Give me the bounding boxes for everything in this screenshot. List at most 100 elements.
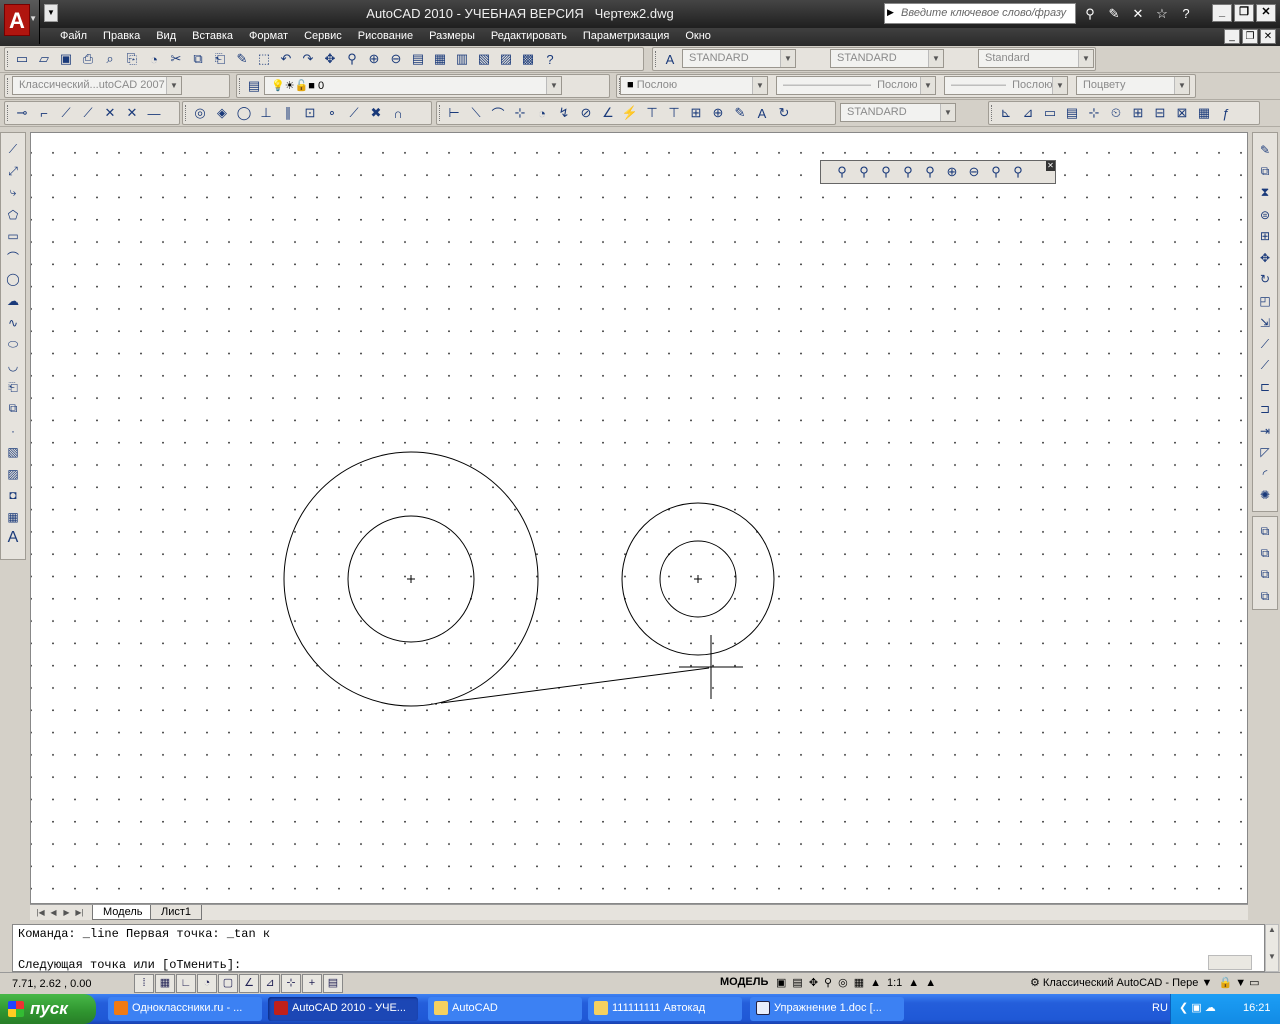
area-icon[interactable]: ⊿ bbox=[1017, 102, 1039, 124]
snap-center-icon[interactable]: ◎ bbox=[189, 102, 211, 124]
properties-icon[interactable]: ▤ bbox=[407, 48, 429, 70]
grid-display-icon[interactable]: ▦ bbox=[155, 974, 175, 993]
zoom-window-icon[interactable]: ⊕ bbox=[363, 48, 385, 70]
hatch-icon[interactable]: ▧ bbox=[3, 441, 23, 463]
linetype-select[interactable]: ———————— Послою ▼ bbox=[776, 76, 936, 95]
dim-jogged-icon[interactable]: ↯ bbox=[553, 102, 575, 124]
cut-icon[interactable]: ✂ bbox=[165, 48, 187, 70]
close-icon[interactable]: ✕ bbox=[1046, 161, 1055, 171]
setvar-icon[interactable]: ⊟ bbox=[1149, 102, 1171, 124]
snap-mode-icon[interactable]: ⁞ bbox=[134, 974, 154, 993]
publish-icon[interactable]: ⎘ bbox=[121, 48, 143, 70]
zoom-window-icon[interactable]: ⚲ bbox=[831, 161, 853, 183]
dim-diameter-icon[interactable]: ⊘ bbox=[575, 102, 597, 124]
drawing-canvas[interactable] bbox=[30, 132, 1248, 904]
annotation-visibility-icon[interactable]: ▲ bbox=[906, 974, 921, 993]
task-autocad-folder[interactable]: AutoCAD bbox=[428, 997, 582, 1021]
pan-status-icon[interactable]: ✥ bbox=[807, 974, 820, 993]
trim-icon[interactable]: ⟋ bbox=[1255, 333, 1275, 355]
polar-tracking-icon[interactable]: ◔ bbox=[197, 974, 217, 993]
favorites-icon[interactable]: ☆ bbox=[1152, 4, 1172, 23]
menu-dimension[interactable]: Размеры bbox=[421, 30, 483, 42]
send-to-back-icon[interactable]: ⧉ bbox=[1255, 543, 1275, 565]
help-icon[interactable]: ? bbox=[1176, 4, 1196, 23]
point-icon[interactable]: · bbox=[3, 420, 23, 442]
expand-icon[interactable]: ▶ bbox=[887, 7, 894, 18]
chamfer-icon[interactable]: ◸ bbox=[1255, 441, 1275, 463]
function-icon[interactable]: ƒ bbox=[1215, 102, 1237, 124]
tray-icons[interactable]: ❮ ▣ ☁ bbox=[1179, 1001, 1216, 1014]
text-style-select[interactable]: STANDARD ▼ bbox=[682, 49, 796, 68]
quickcalc-icon[interactable]: ▦ bbox=[1193, 102, 1215, 124]
explode-icon[interactable]: ✺ bbox=[1255, 485, 1275, 507]
block-editor-icon[interactable]: ⬚ bbox=[253, 48, 275, 70]
construction-line-icon[interactable]: ⤢ bbox=[3, 161, 23, 183]
stretch-icon[interactable]: ⇲ bbox=[1255, 312, 1275, 334]
clock[interactable]: 16:21 bbox=[1243, 1002, 1271, 1014]
quick-properties-icon[interactable]: ▤ bbox=[323, 974, 343, 993]
3d-dwf-icon[interactable]: ◔ bbox=[143, 48, 165, 70]
steeringwheel-icon[interactable]: ◎ bbox=[836, 974, 850, 993]
dim-linear-icon[interactable]: ⊢ bbox=[443, 102, 465, 124]
help-icon[interactable]: ? bbox=[539, 48, 561, 70]
menu-modify[interactable]: Редактировать bbox=[483, 30, 575, 42]
calculator-icon[interactable]: ▩ bbox=[517, 48, 539, 70]
command-scrollbar[interactable] bbox=[1208, 955, 1252, 970]
quick-dim-icon[interactable]: ⚡ bbox=[619, 102, 641, 124]
ellipse-arc-icon[interactable]: ◡ bbox=[3, 355, 23, 377]
dynamic-ucs-icon[interactable]: ⊿ bbox=[260, 974, 280, 993]
snap-from-icon[interactable]: ⌐ bbox=[33, 102, 55, 124]
close-button[interactable]: ✕ bbox=[1256, 4, 1276, 22]
spline-icon[interactable]: ∿ bbox=[3, 312, 23, 334]
zoom-center-icon[interactable]: ⚲ bbox=[897, 161, 919, 183]
snap-nearest-icon[interactable]: ⟋ bbox=[343, 102, 365, 124]
locate-point-icon[interactable]: ⊹ bbox=[1083, 102, 1105, 124]
zoom-dynamic-icon[interactable]: ⚲ bbox=[853, 161, 875, 183]
table-style-select[interactable]: Standard ▼ bbox=[978, 49, 1094, 68]
bring-above-icon[interactable]: ⧉ bbox=[1255, 564, 1275, 586]
design-center-icon[interactable]: ▦ bbox=[429, 48, 451, 70]
object-snap-icon[interactable]: ▢ bbox=[218, 974, 238, 993]
zoom-previous-icon[interactable]: ⊖ bbox=[385, 48, 407, 70]
region-icon[interactable]: ◘ bbox=[3, 485, 23, 507]
region-icon[interactable]: ▭ bbox=[1039, 102, 1061, 124]
color-select[interactable]: ■ Послою ▼ bbox=[620, 76, 768, 95]
dynamic-input-icon[interactable]: ⊹ bbox=[281, 974, 301, 993]
doc-restore-button[interactable]: ❐ bbox=[1242, 29, 1258, 44]
zoom-all-icon[interactable]: ⚲ bbox=[985, 161, 1007, 183]
zoom-in-icon[interactable]: ⊕ bbox=[941, 161, 963, 183]
erase-icon[interactable]: ✎ bbox=[1255, 139, 1275, 161]
rotate-icon[interactable]: ↻ bbox=[1255, 269, 1275, 291]
first-tab-icon[interactable]: |◀ bbox=[34, 906, 47, 919]
plotstyle-select[interactable]: Поцвету ▼ bbox=[1076, 76, 1190, 95]
dim-aligned-icon[interactable]: ⟍ bbox=[465, 102, 487, 124]
plot-icon[interactable]: ⎙ bbox=[77, 48, 99, 70]
last-tab-icon[interactable]: ▶| bbox=[73, 906, 86, 919]
task-odnoklassniki[interactable]: Одноклассники.ru - ... bbox=[108, 997, 262, 1021]
dim-text-edit-icon[interactable]: A bbox=[751, 102, 773, 124]
dim-arc-icon[interactable]: ⌒ bbox=[487, 102, 509, 124]
snap-intersection-icon[interactable]: ✕ bbox=[99, 102, 121, 124]
dim-update-icon[interactable]: ↻ bbox=[773, 102, 795, 124]
communication-icon[interactable]: ✎ bbox=[1104, 4, 1124, 23]
markup-icon[interactable]: ▨ bbox=[495, 48, 517, 70]
array-icon[interactable]: ⊞ bbox=[1255, 225, 1275, 247]
tab-layout1[interactable]: Лист1 bbox=[150, 905, 203, 920]
snap-quadrant-icon[interactable]: ◈ bbox=[211, 102, 233, 124]
multiline-text-icon[interactable]: A bbox=[3, 528, 23, 550]
application-menu-button[interactable]: A ▼ bbox=[0, 0, 40, 44]
tab-model[interactable]: Модель bbox=[92, 905, 154, 920]
undo-icon[interactable]: ↶ bbox=[275, 48, 297, 70]
zoom-scale-icon[interactable]: ⚲ bbox=[875, 161, 897, 183]
dim-angular-icon[interactable]: ∠ bbox=[597, 102, 619, 124]
polygon-icon[interactable]: ⬠ bbox=[3, 204, 23, 226]
list-icon[interactable]: ▤ bbox=[1061, 102, 1083, 124]
dim-style-select[interactable]: STANDARD ▼ bbox=[830, 49, 944, 68]
snap-midpoint-icon[interactable]: ⟋ bbox=[77, 102, 99, 124]
command-vertical-scrollbar[interactable]: ▲ ▼ bbox=[1265, 924, 1279, 972]
dim-continue-icon[interactable]: ⊤ bbox=[663, 102, 685, 124]
model-space-button[interactable]: МОДЕЛЬ bbox=[720, 976, 768, 988]
layer-select[interactable]: 💡☀🔓■ 0 ▼ bbox=[264, 76, 562, 95]
menu-view[interactable]: Вид bbox=[148, 30, 184, 42]
next-tab-icon[interactable]: ▶ bbox=[60, 906, 73, 919]
